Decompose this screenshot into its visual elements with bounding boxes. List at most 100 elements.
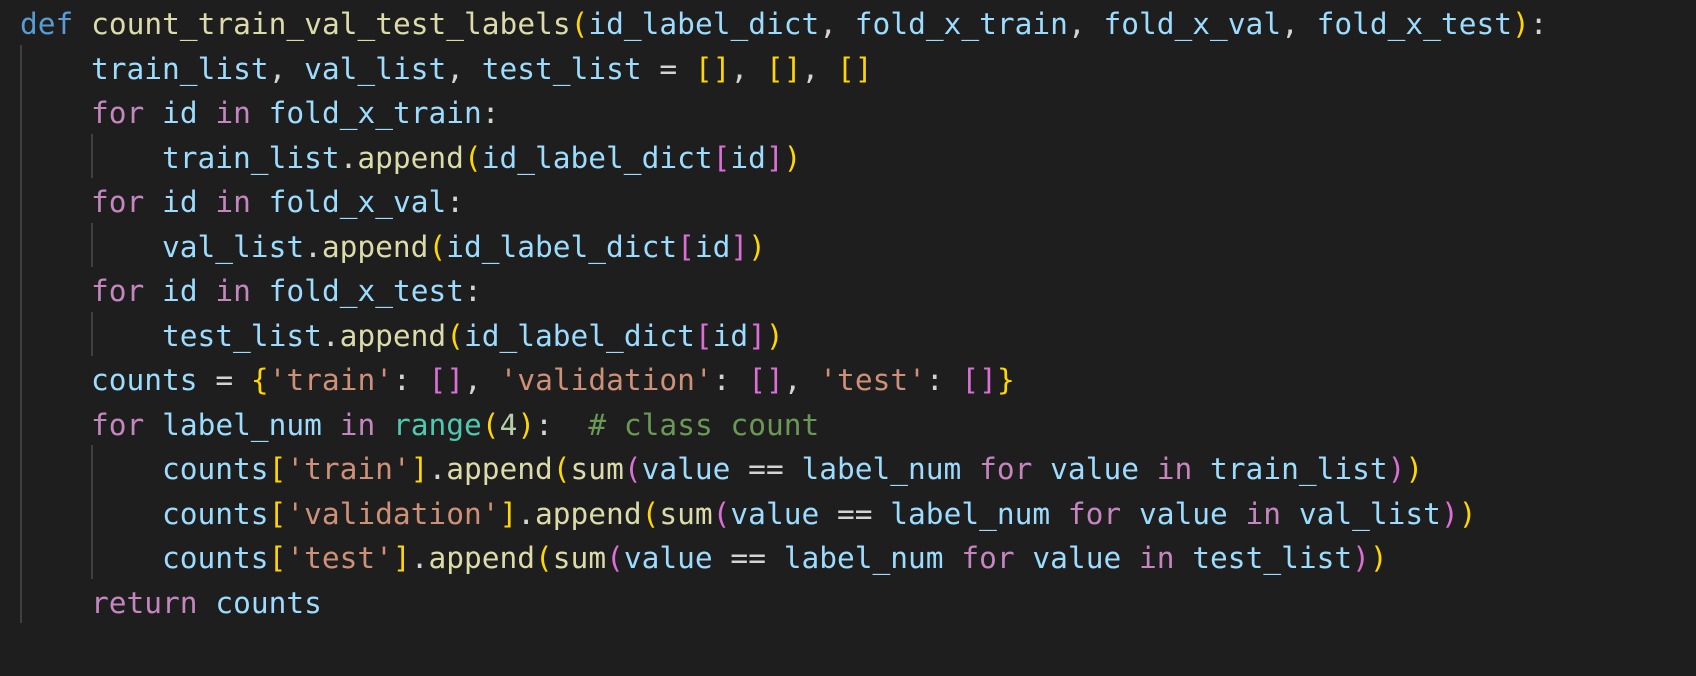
code-token: , (464, 363, 500, 397)
code-token: test_list (481, 51, 642, 86)
code-token: id (730, 140, 766, 175)
code-token: ( (641, 496, 660, 531)
code-token: ) (765, 318, 784, 353)
code-line: for id in fold_x_train: (91, 89, 500, 137)
code-token: [ (712, 140, 731, 175)
code-token: label_num (162, 407, 322, 442)
code-token: append (428, 541, 536, 575)
code-token: [] (765, 51, 802, 86)
code-token: . (304, 229, 322, 264)
code-token: in (215, 185, 251, 219)
code-token: . (517, 496, 536, 531)
code-token: ] (499, 496, 518, 531)
code-token: ( (463, 140, 482, 175)
code-line: for id in fold_x_test: (91, 267, 482, 315)
code-token: == (730, 452, 802, 486)
code-token: append (357, 140, 464, 175)
code-token: ) (1352, 541, 1370, 575)
code-token: id (712, 318, 749, 353)
code-token: ) (1440, 496, 1459, 531)
code-token: sum (552, 541, 607, 575)
code-token: ) (783, 140, 802, 175)
code-token: , (446, 51, 482, 86)
code-token: def (20, 7, 74, 41)
code-token: counts (91, 363, 198, 397)
code-token: , (1281, 7, 1317, 41)
code-token: : (464, 274, 482, 308)
code-token: . (428, 452, 447, 486)
code-token: value (1138, 496, 1228, 531)
code-token: [ (268, 496, 287, 531)
code-token: 'train' (286, 452, 411, 486)
code-token: ( (570, 7, 589, 41)
code-token: [ (694, 318, 713, 353)
indent-guide (91, 222, 93, 267)
code-token: ] (410, 452, 429, 486)
code-token: = (641, 51, 695, 86)
code-token: id (694, 229, 731, 264)
code-line: for id in fold_x_val: (91, 178, 464, 226)
code-token: train_list (1210, 452, 1388, 486)
code-token: range (392, 407, 482, 442)
code-token: ( (535, 541, 553, 575)
code-token: == (819, 496, 891, 531)
code-token: train_list (91, 51, 269, 86)
code-token: , (1067, 7, 1104, 41)
code-token: in (1138, 541, 1175, 575)
code-token: val_list (162, 229, 305, 264)
indent-guide (20, 44, 22, 623)
code-line: test_list.append(id_label_dict[id]) (162, 312, 784, 360)
code-token: count_train_val_test_labels (91, 7, 571, 41)
code-line: val_list.append(id_label_dict[id]) (162, 223, 766, 271)
code-token: id (162, 96, 198, 130)
code-token: ( (552, 452, 571, 486)
code-token: ( (446, 318, 464, 353)
code-token: id (162, 274, 198, 308)
code-token: for (979, 452, 1033, 486)
code-token: { (250, 363, 269, 397)
code-token: fold_x_train (268, 96, 482, 130)
code-token: return (91, 585, 198, 620)
code-token: ) (1458, 496, 1477, 531)
code-token: : (535, 407, 589, 442)
code-token: . (339, 140, 358, 175)
code-token: , (819, 7, 855, 41)
indent-guide (91, 133, 93, 178)
code-token: counts (162, 452, 269, 486)
code-token: ] (392, 541, 411, 575)
code-editor[interactable]: def count_train_val_test_labels(id_label… (0, 0, 1696, 676)
code-token: counts (215, 585, 322, 620)
code-token: [] (961, 363, 997, 397)
code-line: train_list.append(id_label_dict[id]) (162, 134, 801, 182)
code-token: . (321, 318, 340, 353)
code-token: [ (677, 229, 695, 264)
code-token: ) (1405, 452, 1424, 486)
code-token: 'validation' (286, 496, 500, 531)
code-token: id_label_dict (446, 229, 678, 264)
code-token: label_num (783, 541, 944, 575)
code-token: in (1245, 496, 1282, 531)
code-token: append (446, 452, 553, 486)
code-token: value (1050, 452, 1139, 486)
code-token: for (1067, 496, 1122, 531)
code-token: in (215, 96, 251, 130)
code-token: train_list (162, 140, 340, 175)
code-token: for (91, 185, 145, 219)
code-token: value (623, 541, 713, 575)
code-token: ] (748, 318, 766, 353)
code-line: counts = {'train': [], 'validation': [],… (91, 356, 1015, 404)
code-token: ) (1511, 7, 1530, 41)
code-token: , (801, 51, 838, 86)
code-token: append (321, 229, 429, 264)
